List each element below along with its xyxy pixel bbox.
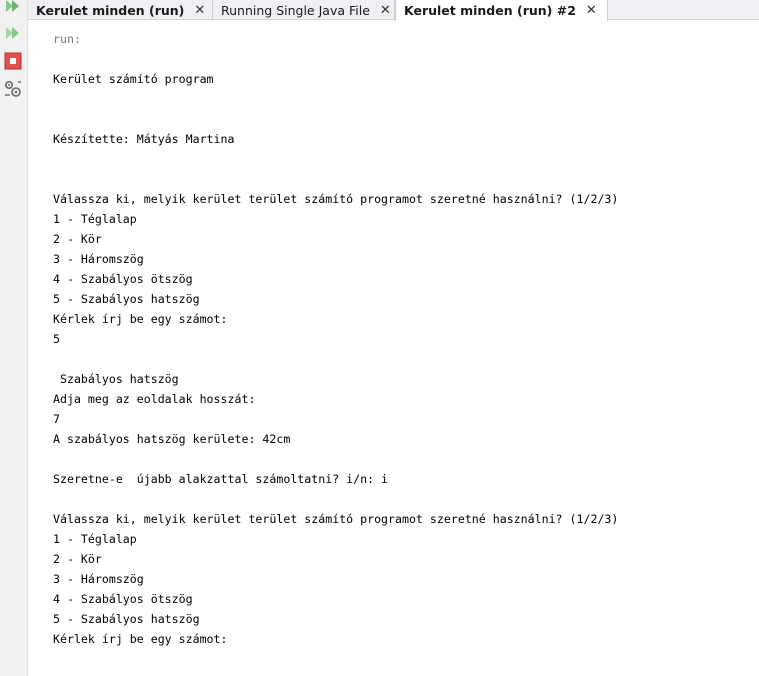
console-line: Szeretne-e újabb alakzattal számoltatni?… (53, 472, 389, 486)
settings-icon[interactable] (3, 79, 23, 99)
console-line: 5 - Szabályos hatszög (53, 612, 200, 626)
console-line: Készítette: Mátyás Martina (53, 132, 235, 146)
close-icon[interactable]: ✕ (586, 3, 597, 18)
console-line: 1 - Téglalap (53, 532, 137, 546)
rerun-icon[interactable] (3, 0, 23, 16)
console-line: A szabályos hatszög kerülete: 42cm (53, 432, 291, 446)
console-line: Kérlek írj be egy számot: (53, 312, 228, 326)
console-line: 3 - Háromszög (53, 252, 144, 266)
rerun-all-icon[interactable] (3, 23, 23, 43)
tab-kerulet-minden-run-2[interactable]: Kerulet minden (run) #2 ✕ (395, 0, 608, 21)
console-line: Kérlek írj be egy számot: (53, 632, 228, 646)
ide-output-window: Kerulet minden (run) ✕ Running Single Ja… (0, 0, 759, 676)
console-line: Kerület számító program (53, 72, 214, 86)
console-line: Válassza ki, melyik kerület terület szám… (53, 512, 619, 526)
console-line: 5 - Szabályos hatszög (53, 292, 200, 306)
console-line: 2 - Kör (53, 552, 102, 566)
close-icon[interactable]: ✕ (194, 3, 205, 18)
console-output[interactable]: run: Kerület számító program Készítette:… (28, 21, 759, 676)
console-line: 2 - Kör (53, 232, 102, 246)
tab-kerulet-minden-run[interactable]: Kerulet minden (run) ✕ (28, 0, 213, 20)
console-line: 7 (53, 412, 60, 426)
console-line: Válassza ki, melyik kerület terület szám… (53, 192, 619, 206)
tab-label: Kerulet minden (run) (36, 2, 185, 18)
close-icon[interactable]: ✕ (380, 3, 391, 18)
console-line: Szabályos hatszög (53, 372, 179, 386)
stop-icon[interactable] (3, 51, 23, 71)
output-tab-bar: Kerulet minden (run) ✕ Running Single Ja… (28, 0, 759, 21)
tab-label: Running Single Java File (221, 2, 370, 18)
console-line: 4 - Szabályos ötszög (53, 272, 193, 286)
console-line: 3 - Háromszög (53, 572, 144, 586)
console-line: Adja meg az eoldalak hosszát: (53, 392, 256, 406)
tab-running-single-java-file[interactable]: Running Single Java File ✕ (213, 0, 395, 20)
console-line: 1 - Téglalap (53, 212, 137, 226)
output-toolbar (0, 0, 28, 676)
console-line: 5 (53, 332, 60, 346)
tab-label: Kerulet minden (run) #2 (404, 3, 576, 18)
console-line: 4 - Szabályos ötszög (53, 592, 193, 606)
console-line: run: (53, 32, 81, 46)
